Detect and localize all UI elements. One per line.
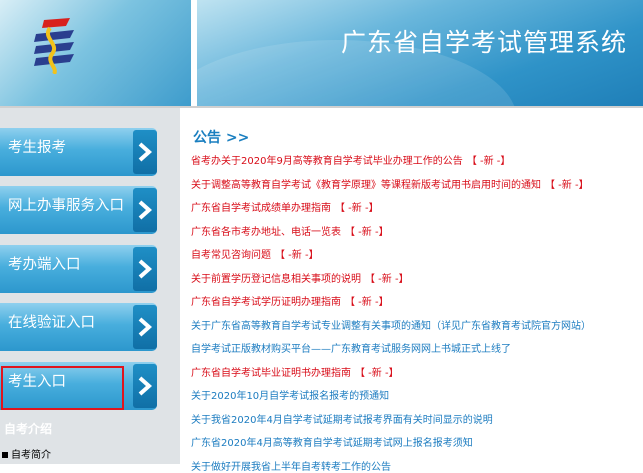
notice-link[interactable]: 广东省各市考办地址、电话一览表【 -新 -】 bbox=[191, 223, 389, 238]
notice-link[interactable]: 广东省2020年4月高等教育自学考试延期考试网上报名报考须知 bbox=[191, 434, 473, 449]
notice-link[interactable]: 关于调整高等教育自学考试《教育学原理》等课程新版考试用书启用时间的通知【 -新 … bbox=[191, 176, 589, 191]
notice-text: 广东省各市考办地址、电话一览表 bbox=[191, 226, 341, 238]
notice-link[interactable]: 广东省自学考试学历证明办理指南【 -新 -】 bbox=[191, 293, 389, 308]
notice-link[interactable]: 关于我省2020年4月自学考试延期考试报考界面有关时间显示的说明 bbox=[191, 411, 493, 426]
notice-text: 广东省自学考试学历证明办理指南 bbox=[191, 297, 341, 308]
chevron-right-icon bbox=[133, 364, 157, 408]
nav-button-candidate-entry[interactable]: 考生入口 bbox=[0, 362, 157, 410]
new-badge: 【 -新 -】 bbox=[345, 297, 389, 308]
notice-link[interactable]: 广东省自学考试毕业证明书办理指南【 -新 -】 bbox=[191, 364, 399, 379]
chevron-right-icon bbox=[133, 188, 157, 232]
nav-label: 考办端入口 bbox=[8, 257, 81, 273]
notice-link[interactable]: 广东省自学考试成绩单办理指南【 -新 -】 bbox=[191, 199, 379, 214]
notice-text: 广东省自学考试毕业证明书办理指南 bbox=[191, 367, 351, 379]
intro-section-title: 自考介绍 bbox=[4, 422, 53, 436]
notice-text: 关于做好开展我省上半年自考转考工作的公告 bbox=[191, 461, 391, 473]
header-banner: 广东省自学考试管理系统 bbox=[0, 0, 643, 108]
notice-link[interactable]: 关于广东省高等教育自学考试专业调整有关事项的通知（详见广东省教育考试院官方网站） bbox=[191, 317, 591, 332]
nav-button-candidate-registration[interactable]: 考生报考 bbox=[0, 128, 157, 176]
notice-link[interactable]: 关于2020年10月自学考试报名报考的预通知 bbox=[191, 387, 389, 402]
nav-button-online-verification[interactable]: 在线验证入口 bbox=[0, 303, 157, 351]
announcement-panel: 公告 >> 省考办关于2020年9月高等教育自学考试毕业办理工作的公告【 -新 … bbox=[191, 108, 643, 473]
notice-link[interactable]: 自考常见咨询问题【 -新 -】 bbox=[191, 246, 319, 261]
nav-label: 在线验证入口 bbox=[8, 315, 95, 331]
notice-link[interactable]: 关于前置学历登记信息相关事项的说明【 -新 -】 bbox=[191, 270, 409, 285]
notice-text: 关于前置学历登记信息相关事项的说明 bbox=[191, 273, 361, 285]
notice-link[interactable]: 自学考试正版教材购买平台——广东教育考试服务网网上书城正式上线了 bbox=[191, 340, 511, 355]
nav-button-exam-office[interactable]: 考办端入口 bbox=[0, 245, 157, 293]
new-badge: 【 -新 -】 bbox=[545, 179, 589, 191]
notice-text: 省考办关于2020年9月高等教育自学考试毕业办理工作的公告 bbox=[191, 156, 463, 167]
notice-text: 关于我省2020年4月自学考试延期考试报考界面有关时间显示的说明 bbox=[191, 414, 493, 426]
education-exam-logo-icon bbox=[34, 18, 74, 74]
notice-text: 关于广东省高等教育自学考试专业调整有关事项的通知（详见广东省教育考试院官方网站） bbox=[191, 320, 591, 332]
notice-text: 关于2020年10月自学考试报名报考的预通知 bbox=[191, 391, 390, 402]
notice-text: 关于调整高等教育自学考试《教育学原理》等课程新版考试用书启用时间的通知 bbox=[191, 179, 541, 191]
announcement-title[interactable]: 公告 >> bbox=[193, 127, 249, 147]
notice-text: 广东省自学考试成绩单办理指南 bbox=[191, 203, 331, 214]
new-badge: 【 -新 -】 bbox=[355, 367, 399, 379]
system-title: 广东省自学考试管理系统 bbox=[340, 28, 627, 57]
notice-text: 自学考试正版教材购买平台——广东教育考试服务网网上书城正式上线了 bbox=[191, 344, 511, 355]
nav-button-online-services[interactable]: 网上办事服务入口 bbox=[0, 186, 157, 234]
chevron-right-icon bbox=[133, 305, 157, 349]
nav-label: 考生入口 bbox=[8, 374, 66, 390]
new-badge: 【 -新 -】 bbox=[345, 226, 389, 238]
chevron-right-icon bbox=[133, 130, 157, 174]
intro-link[interactable]: 自考简介 bbox=[2, 446, 51, 461]
sidebar: 考生报考 网上办事服务入口 考办端入口 在线验证入口 考生入口 自考介绍 自考简… bbox=[0, 108, 180, 464]
bullet-icon bbox=[2, 452, 8, 458]
new-badge: 【 -新 -】 bbox=[335, 203, 379, 214]
notice-link[interactable]: 关于做好开展我省上半年自考转考工作的公告 bbox=[191, 458, 391, 473]
new-badge: 【 -新 -】 bbox=[275, 250, 319, 261]
new-badge: 【 -新 -】 bbox=[466, 156, 511, 167]
title-area: 广东省自学考试管理系统 bbox=[197, 0, 643, 106]
new-badge: 【 -新 -】 bbox=[365, 273, 409, 285]
notice-text: 自考常见咨询问题 bbox=[191, 250, 271, 261]
intro-link-label: 自考简介 bbox=[11, 450, 51, 461]
chevron-right-icon bbox=[133, 247, 157, 291]
notice-text: 广东省2020年4月高等教育自学考试延期考试网上报名报考须知 bbox=[191, 438, 473, 449]
nav-label: 考生报考 bbox=[8, 140, 66, 156]
logo-area bbox=[0, 0, 191, 106]
notice-link[interactable]: 省考办关于2020年9月高等教育自学考试毕业办理工作的公告【 -新 -】 bbox=[191, 152, 510, 167]
nav-label: 网上办事服务入口 bbox=[8, 198, 124, 214]
